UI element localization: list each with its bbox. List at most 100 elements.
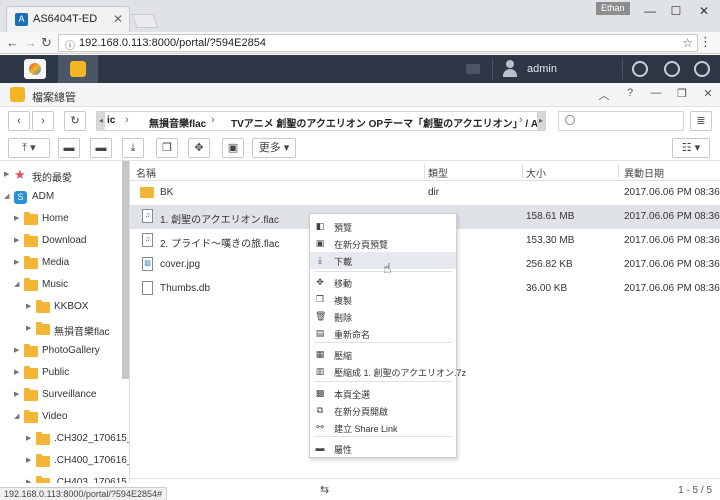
file-explorer-taskbar-button[interactable]: [58, 55, 98, 83]
upload-button[interactable]: ⤒ ▾: [8, 138, 50, 158]
copy-button[interactable]: ❐: [156, 138, 178, 158]
breadcrumb-item[interactable]: 無損音樂flac: [149, 115, 206, 130]
sidebar-item[interactable]: ◢ Video: [0, 407, 122, 429]
sidebar-item[interactable]: ▶ Media: [0, 253, 122, 275]
column-name[interactable]: 名稱: [136, 165, 156, 180]
sidebar-item-label: KKBOX: [54, 301, 89, 312]
help-icon[interactable]: ?: [622, 87, 638, 99]
sidebar-item[interactable]: ▶ Public: [0, 363, 122, 385]
context-menu-item[interactable]: ⧉ 在新分頁開啟: [310, 402, 456, 419]
column-type[interactable]: 類型: [428, 165, 448, 180]
new-tab-button[interactable]: [131, 14, 159, 28]
move-button[interactable]: ✥: [188, 138, 210, 158]
reload-icon[interactable]: ↻: [41, 35, 52, 51]
browser-menu-icon[interactable]: ⋮: [699, 34, 712, 50]
new-folder-button[interactable]: ▬: [58, 138, 80, 158]
collapsed-arrow-icon[interactable]: ▶: [4, 170, 9, 178]
file-row[interactable]: BK dir 2017.06.06 PM 08:36: [130, 181, 720, 205]
collapsed-arrow-icon[interactable]: ▶: [26, 478, 31, 483]
rename-icon: ▤: [315, 328, 325, 338]
breadcrumb-scroll-right[interactable]: ▸: [537, 112, 545, 130]
more-label: 更多: [258, 142, 281, 154]
window-close-icon[interactable]: ✕: [700, 87, 716, 100]
taskbar-placeholder-icon[interactable]: [466, 64, 480, 74]
collapsed-arrow-icon[interactable]: ▶: [26, 324, 31, 332]
tab-close-icon[interactable]: ✕: [113, 12, 123, 26]
context-menu-item[interactable]: 🗑 刪除: [310, 308, 456, 325]
view-mode-dropdown[interactable]: ☷ ▾: [672, 138, 710, 158]
bookmark-star-icon[interactable]: ☆: [682, 36, 693, 50]
breadcrumb-scroll-left[interactable]: ◂: [97, 112, 105, 130]
sidebar-item[interactable]: ▶ Download: [0, 231, 122, 253]
back-button[interactable]: ‹: [8, 111, 30, 131]
advanced-search-button[interactable]: ≣: [690, 111, 712, 131]
user-icon[interactable]: [502, 60, 518, 78]
site-info-icon[interactable]: ⓘ: [65, 37, 75, 52]
refresh-button[interactable]: ↻: [64, 111, 86, 131]
profile-badge[interactable]: Ethan: [596, 2, 630, 15]
back-icon[interactable]: ←: [6, 35, 19, 50]
context-menu-item[interactable]: ▥ 壓縮成 1. 創聖のアクエリオン.7z: [310, 363, 466, 380]
adm-home-button[interactable]: [24, 59, 46, 79]
context-menu-item[interactable]: ❐ 複製: [310, 291, 456, 308]
collapse-icon[interactable]: ︿: [596, 87, 612, 103]
context-menu-item[interactable]: ▣ 在新分頁預覽: [310, 235, 456, 252]
window-restore-icon[interactable]: ❐: [674, 87, 690, 100]
minimize-icon[interactable]: —: [640, 4, 660, 18]
context-menu-item[interactable]: ▦ 壓縮: [310, 346, 456, 363]
sidebar-scrollbar[interactable]: [122, 161, 129, 379]
sidebar-item[interactable]: ▶ KKBOX: [0, 297, 122, 319]
collapsed-arrow-icon[interactable]: ▶: [14, 214, 19, 222]
context-menu-item[interactable]: ⚯ 建立 Share Link: [310, 419, 456, 436]
maximize-icon[interactable]: ☐: [666, 4, 686, 18]
window-minimize-icon[interactable]: —: [648, 87, 664, 99]
search-global-icon[interactable]: [694, 61, 710, 77]
forward-button[interactable]: ›: [32, 111, 54, 131]
swap-icon[interactable]: ⇆: [320, 483, 329, 496]
expanded-arrow-icon[interactable]: ◢: [14, 280, 19, 288]
sidebar-item[interactable]: ▶ Home: [0, 209, 122, 231]
close-window-icon[interactable]: ✕: [694, 4, 714, 18]
breadcrumb-item[interactable]: TVアニメ 創聖のアクエリオン OPテーマ「創聖のアクエリオン」 / AKINO: [231, 115, 545, 130]
column-size[interactable]: 大小: [526, 165, 546, 180]
collapsed-arrow-icon[interactable]: ▶: [14, 236, 19, 244]
sidebar-item[interactable]: ▶ PhotoGallery: [0, 341, 122, 363]
collapsed-arrow-icon[interactable]: ▶: [26, 302, 31, 310]
collapsed-arrow-icon[interactable]: ▶: [14, 258, 19, 266]
url-field[interactable]: ⓘ 192.168.0.113:8000/portal/?594E2854 ☆: [58, 34, 698, 52]
sidebar-item[interactable]: ◢ Music: [0, 275, 122, 297]
sidebar-item[interactable]: ▶ ★ 我的最愛: [0, 165, 122, 187]
collapsed-arrow-icon[interactable]: ▶: [14, 346, 19, 354]
collapsed-arrow-icon[interactable]: ▶: [26, 456, 31, 464]
sidebar-item[interactable]: ◢ S ADM: [0, 187, 122, 209]
notification-icon[interactable]: [632, 61, 648, 77]
username[interactable]: admin: [527, 63, 557, 75]
sidebar-item[interactable]: ▶ .CH403_170615_01...: [0, 473, 129, 483]
dashboard-icon[interactable]: [664, 61, 680, 77]
forward-icon[interactable]: →: [24, 35, 37, 50]
collapsed-arrow-icon[interactable]: ▶: [14, 368, 19, 376]
browser-tab[interactable]: A AS6404T-ED ✕: [6, 6, 130, 32]
sidebar-item[interactable]: ▶ Surveillance: [0, 385, 122, 407]
download-button[interactable]: ⤓: [122, 138, 144, 158]
context-menu-item[interactable]: ▩ 本頁全選: [310, 385, 456, 402]
search-input[interactable]: [558, 111, 684, 131]
select-all-button[interactable]: ▣: [222, 138, 244, 158]
sidebar-item[interactable]: ▶ 無損音樂flac: [0, 319, 122, 341]
expanded-arrow-icon[interactable]: ◢: [4, 192, 9, 200]
column-modified[interactable]: 異動日期: [624, 165, 664, 180]
more-dropdown[interactable]: 更多 ▾: [252, 138, 296, 158]
context-menu-item[interactable]: ◧ 預覽: [310, 218, 456, 235]
address-bar: ← → ↻ ⓘ 192.168.0.113:8000/portal/?594E2…: [0, 32, 720, 54]
collapsed-arrow-icon[interactable]: ▶: [14, 390, 19, 398]
expanded-arrow-icon[interactable]: ◢: [14, 412, 19, 420]
collapsed-arrow-icon[interactable]: ▶: [26, 434, 31, 442]
sidebar-item[interactable]: ▶ .CH400_170616_22...: [0, 451, 129, 473]
folder-action-button[interactable]: ▬: [90, 138, 112, 158]
breadcrumb-item[interactable]: ic: [107, 115, 115, 126]
download-icon: ⤓: [318, 255, 322, 265]
context-menu-item[interactable]: ▬ 屬性: [310, 440, 456, 457]
open-new-tab-icon: ⧉: [316, 405, 324, 415]
sidebar-item[interactable]: ▶ .CH302_170615_23...: [0, 429, 129, 451]
context-menu-item[interactable]: ▤ 重新命名: [310, 325, 456, 342]
